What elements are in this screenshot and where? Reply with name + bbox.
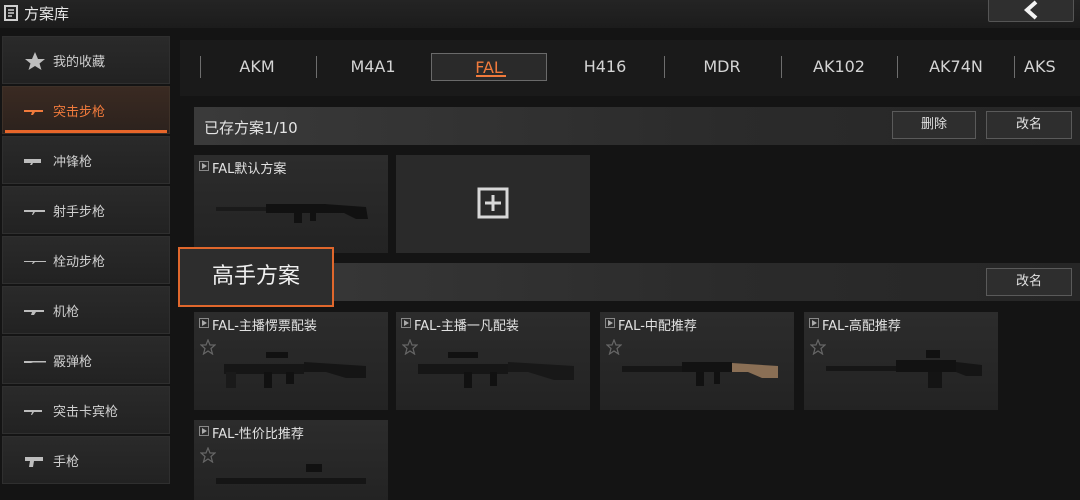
dmr-icon bbox=[24, 210, 45, 215]
rename-button[interactable]: 改名 bbox=[986, 111, 1072, 139]
rename-button[interactable]: 改名 bbox=[986, 268, 1072, 296]
top-bar: 方案库 bbox=[0, 0, 1080, 28]
saved-section-title: 已存方案1/10 bbox=[204, 119, 298, 137]
play-icon bbox=[199, 318, 209, 328]
scheme-name: FAL-高配推荐 bbox=[822, 319, 901, 334]
star-icon bbox=[25, 52, 45, 70]
rifle-icon bbox=[826, 350, 982, 388]
tab-m4a1[interactable]: M4A1 bbox=[315, 53, 431, 81]
sidebar-item-label: 突击步枪 bbox=[53, 105, 106, 120]
document-icon bbox=[4, 5, 18, 21]
sidebar-item-label: 机枪 bbox=[53, 305, 80, 320]
tab-ak102[interactable]: AK102 bbox=[781, 53, 897, 81]
sidebar-item-label: 突击卡宾枪 bbox=[53, 405, 119, 420]
sidebar-item-sniper[interactable]: 栓动步枪 bbox=[2, 236, 170, 284]
sidebar-item-label: 栓动步枪 bbox=[53, 255, 106, 270]
scheme-name: FAL-主播一凡配装 bbox=[414, 319, 519, 334]
add-scheme-button[interactable] bbox=[396, 155, 590, 253]
pro-scheme-card[interactable]: FAL-中配推荐 bbox=[600, 312, 794, 410]
sniper-icon bbox=[24, 261, 46, 264]
tab-h416[interactable]: H416 bbox=[547, 53, 663, 81]
sidebar-item-carbine[interactable]: 突击卡宾枪 bbox=[2, 386, 170, 434]
sidebar-item-smg[interactable]: 冲锋枪 bbox=[2, 136, 170, 184]
pistol-icon bbox=[25, 457, 43, 467]
sidebar-item-favorites[interactable]: 我的收藏 bbox=[2, 36, 170, 84]
sidebar-item-assault-rifle[interactable]: 突击步枪 bbox=[2, 86, 170, 134]
tab-fal[interactable]: FAL bbox=[431, 53, 547, 81]
tab-aks[interactable]: AKS bbox=[1016, 53, 1080, 81]
carbine-icon bbox=[24, 410, 42, 415]
chevron-left-icon bbox=[1023, 0, 1038, 20]
pro-scheme-card[interactable]: FAL-性价比推荐 bbox=[194, 420, 388, 500]
delete-button[interactable]: 删除 bbox=[892, 111, 976, 139]
tab-divider bbox=[1014, 56, 1015, 78]
sidebar-item-lmg[interactable]: 机枪 bbox=[2, 286, 170, 334]
play-icon bbox=[199, 426, 209, 436]
play-icon bbox=[401, 318, 411, 328]
scheme-card[interactable]: FAL默认方案 bbox=[194, 155, 388, 253]
category-sidebar: 我的收藏 突击步枪 冲锋枪 射手步枪 栓动步枪 机枪 霰弹枪 突击卡宾枪 手枪 bbox=[0, 36, 172, 500]
rifle-icon bbox=[224, 352, 366, 388]
pro-scheme-card[interactable]: FAL-主播愣票配装 bbox=[194, 312, 388, 410]
pro-scheme-card[interactable]: FAL-主播一凡配装 bbox=[396, 312, 590, 410]
scheme-name: FAL默认方案 bbox=[212, 162, 287, 177]
sidebar-item-label: 我的收藏 bbox=[53, 55, 106, 70]
scheme-name: FAL-主播愣票配装 bbox=[212, 319, 317, 334]
sidebar-item-dmr[interactable]: 射手步枪 bbox=[2, 186, 170, 234]
scheme-name: FAL-中配推荐 bbox=[618, 319, 697, 334]
rifle-icon bbox=[216, 204, 368, 223]
play-icon bbox=[199, 161, 209, 171]
sidebar-item-label: 手枪 bbox=[53, 455, 80, 470]
rifle-icon bbox=[216, 464, 366, 484]
sidebar-item-label: 射手步枪 bbox=[53, 205, 106, 220]
play-icon bbox=[605, 318, 615, 328]
sidebar-item-shotgun[interactable]: 霰弹枪 bbox=[2, 336, 170, 384]
tab-mdr[interactable]: MDR bbox=[664, 53, 780, 81]
page-title: 方案库 bbox=[24, 5, 70, 23]
pro-section-title: 高手方案 bbox=[178, 247, 334, 307]
play-icon bbox=[809, 318, 819, 328]
assault-rifle-icon bbox=[24, 110, 43, 115]
shotgun-icon bbox=[24, 361, 46, 363]
plus-box-icon bbox=[477, 187, 509, 219]
back-button[interactable] bbox=[988, 0, 1074, 22]
tab-ak74n[interactable]: AK74N bbox=[898, 53, 1014, 81]
rifle-icon bbox=[622, 362, 778, 386]
lmg-icon bbox=[24, 310, 44, 315]
weapon-tabs: AKM M4A1 FAL H416 MDR AK102 AK74N AKS bbox=[180, 40, 1080, 96]
tab-akm[interactable]: AKM bbox=[199, 53, 315, 81]
smg-icon bbox=[24, 159, 41, 165]
sidebar-item-label: 霰弹枪 bbox=[53, 355, 93, 370]
pro-scheme-card[interactable]: FAL-高配推荐 bbox=[804, 312, 998, 410]
rifle-icon bbox=[418, 352, 574, 388]
scheme-name: FAL-性价比推荐 bbox=[212, 427, 304, 442]
sidebar-item-pistol[interactable]: 手枪 bbox=[2, 436, 170, 484]
sidebar-item-label: 冲锋枪 bbox=[53, 155, 93, 170]
